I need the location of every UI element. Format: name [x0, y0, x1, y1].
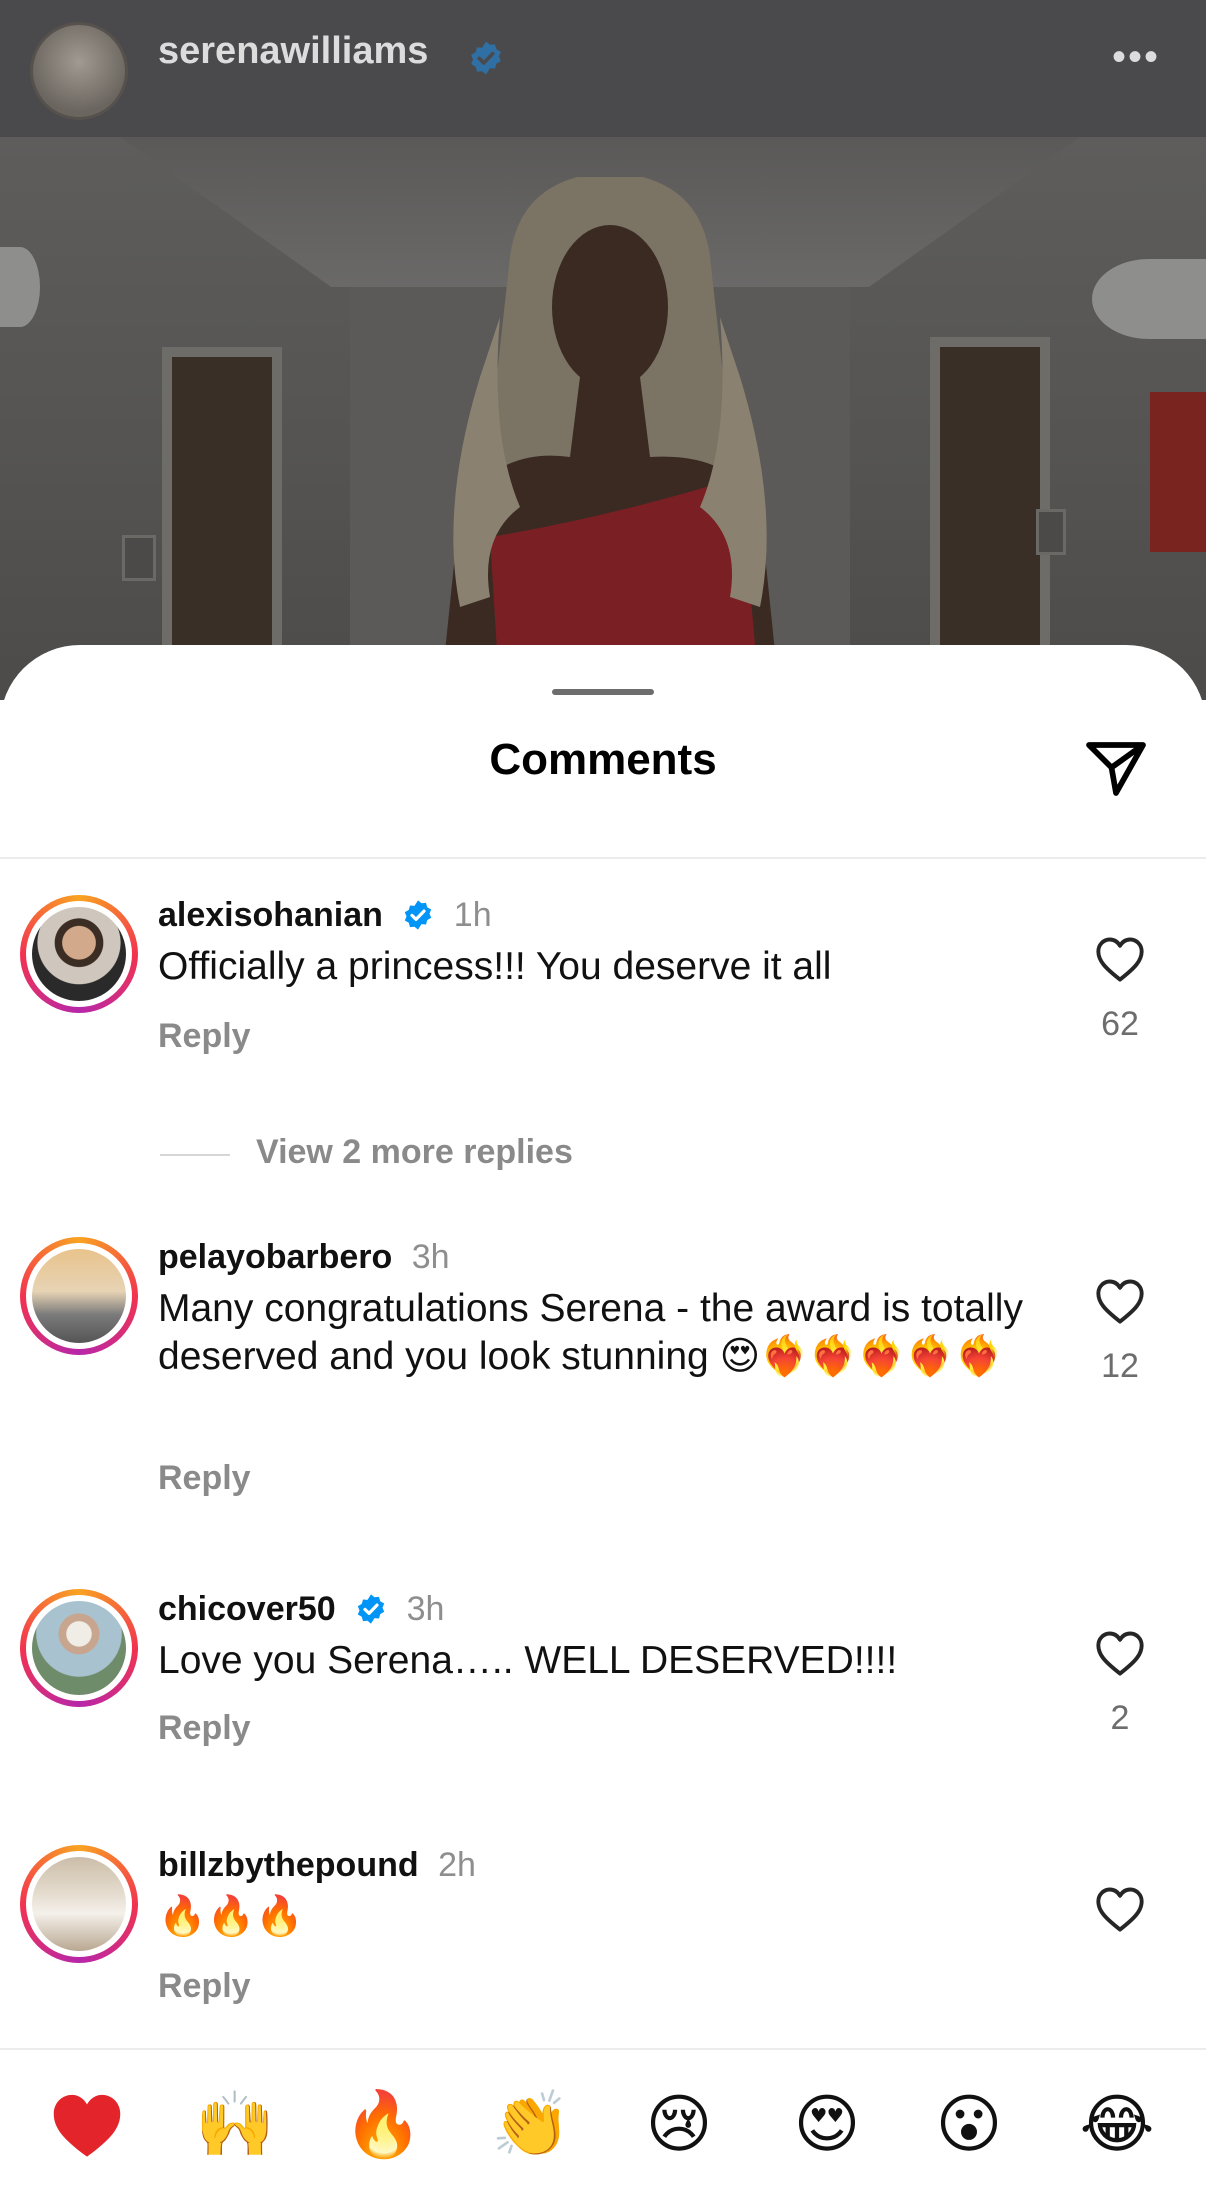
- reply-button[interactable]: Reply: [158, 1017, 251, 1056]
- comment-username[interactable]: chicover50: [158, 1590, 336, 1628]
- heart-icon[interactable]: [1094, 1629, 1146, 1677]
- divider: [0, 857, 1206, 859]
- emoji-reaction-bar: 🙌 🔥 👏 😢 😍 😮 😂: [0, 2050, 1206, 2198]
- post-author-avatar[interactable]: [30, 22, 128, 120]
- sheet-title: Comments: [489, 735, 717, 784]
- like-count: 62: [1101, 1005, 1139, 1043]
- wall-frame: [1036, 509, 1066, 555]
- like-count: 12: [1101, 1347, 1139, 1385]
- heart-eyes-emoji[interactable]: 😍: [786, 2084, 868, 2166]
- reply-button[interactable]: Reply: [158, 1967, 251, 2006]
- comment-text: 🔥🔥🔥: [158, 1895, 304, 1938]
- avatar[interactable]: [20, 1589, 138, 1707]
- wall-light: [0, 247, 40, 327]
- comment-text: Officially a princess!!! You deserve it …: [158, 945, 832, 988]
- comment-username[interactable]: pelayobarbero: [158, 1238, 392, 1276]
- heart-icon[interactable]: [1094, 935, 1146, 983]
- comment-username[interactable]: billzbythepound: [158, 1846, 419, 1884]
- comment-text: Love you Serena….. WELL DESERVED!!!!: [158, 1639, 898, 1682]
- avatar[interactable]: [20, 895, 138, 1013]
- post-header: serenawilliams •••: [0, 0, 1206, 137]
- comment-timestamp: 1h: [453, 896, 492, 934]
- crying-face-emoji[interactable]: 😢: [638, 2084, 720, 2166]
- avatar[interactable]: [20, 1845, 138, 1963]
- verified-badge-icon: [357, 1594, 385, 1624]
- verified-badge-icon: [405, 900, 432, 930]
- heart-icon[interactable]: [1094, 1885, 1146, 1933]
- like-count: 2: [1110, 1699, 1130, 1737]
- more-options-icon[interactable]: •••: [1112, 37, 1160, 77]
- view-replies-label[interactable]: View 2 more replies: [256, 1133, 573, 1172]
- comment-text: Many congratulations Serena - the award …: [158, 1287, 1023, 1378]
- person-figure: [440, 177, 780, 700]
- reply-button[interactable]: Reply: [158, 1709, 251, 1748]
- wall-light: [1092, 259, 1206, 339]
- clapping-hands-emoji[interactable]: 👏: [490, 2084, 572, 2166]
- fire-emoji[interactable]: 🔥: [342, 2084, 424, 2166]
- red-heart-emoji[interactable]: [46, 2084, 128, 2166]
- comment-timestamp: 3h: [406, 1590, 445, 1628]
- avatar[interactable]: [20, 1237, 138, 1355]
- replies-line: [160, 1154, 230, 1156]
- send-icon[interactable]: [1080, 733, 1152, 805]
- open-mouth-face-emoji[interactable]: 😮: [928, 2084, 1010, 2166]
- tears-of-joy-emoji[interactable]: 😂: [1076, 2084, 1158, 2166]
- post-photo: [0, 137, 1206, 700]
- post-author-username[interactable]: serenawilliams: [158, 30, 428, 73]
- post-background: serenawilliams •••: [0, 0, 1206, 700]
- heart-icon[interactable]: [1094, 1277, 1146, 1325]
- wall-frame: [122, 535, 156, 581]
- reply-button[interactable]: Reply: [158, 1459, 251, 1498]
- comment-timestamp: 3h: [411, 1238, 450, 1276]
- drag-handle[interactable]: [552, 689, 654, 695]
- raising-hands-emoji[interactable]: 🙌: [194, 2084, 276, 2166]
- comments-sheet: Comments alexisohanian 1h Officially a p…: [0, 645, 1206, 2198]
- comment-timestamp: 2h: [438, 1846, 476, 1884]
- comment-username[interactable]: alexisohanian: [158, 896, 383, 934]
- alarm-sign: [1150, 392, 1206, 552]
- verified-badge-icon: [471, 41, 501, 75]
